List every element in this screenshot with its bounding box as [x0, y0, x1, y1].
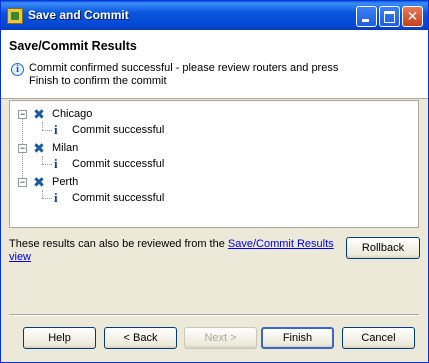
back-button[interactable]: < Back	[104, 327, 177, 349]
header-panel: Save/Commit Results i Commit confirmed s…	[1, 30, 428, 99]
tree-node-status[interactable]: i Commit successful	[10, 122, 410, 138]
router-name: Chicago	[52, 108, 93, 120]
next-button[interactable]: Next >	[184, 327, 257, 349]
info-status-icon: i	[54, 190, 58, 205]
router-name: Milan	[52, 142, 79, 154]
tree-node-chicago[interactable]: − ✖ Chicago	[10, 106, 410, 122]
status-text: Commit successful	[72, 192, 165, 204]
collapse-icon[interactable]: −	[18, 110, 27, 119]
page-title: Save/Commit Results	[9, 39, 137, 53]
router-icon: ✖	[33, 140, 45, 156]
cancel-button[interactable]: Cancel	[342, 327, 415, 349]
save-commit-dialog: Save and Commit ✕ Save/Commit Results i …	[0, 0, 429, 363]
results-tree[interactable]: − ✖ Chicago i Commit successful − ✖ Mila…	[9, 100, 419, 228]
collapse-icon[interactable]: −	[18, 144, 27, 153]
status-text: Commit successful	[72, 124, 165, 136]
close-icon: ✕	[406, 8, 419, 24]
router-icon: ✖	[33, 106, 45, 122]
tree-node-status[interactable]: i Commit successful	[10, 156, 410, 172]
maximize-button[interactable]	[379, 6, 400, 27]
app-icon	[7, 8, 23, 24]
help-button[interactable]: Help	[23, 327, 96, 349]
divider	[9, 314, 419, 316]
header-message: Commit confirmed successful - please rev…	[29, 62, 339, 87]
info-status-icon: i	[54, 156, 58, 171]
title-bar[interactable]: Save and Commit ✕	[1, 1, 428, 30]
finish-button[interactable]: Finish	[261, 327, 334, 349]
collapse-icon[interactable]: −	[18, 178, 27, 187]
router-icon: ✖	[33, 174, 45, 190]
minimize-button[interactable]	[356, 6, 377, 27]
info-icon: i	[11, 63, 24, 76]
info-status-icon: i	[54, 122, 58, 137]
tree-node-status[interactable]: i Commit successful	[10, 190, 410, 206]
rollback-button[interactable]: Rollback	[346, 237, 420, 259]
status-text: Commit successful	[72, 158, 165, 170]
review-note-text: These results can also be reviewed from …	[9, 238, 228, 250]
router-name: Perth	[52, 176, 79, 188]
close-button[interactable]: ✕	[402, 6, 423, 27]
review-note: These results can also be reviewed from …	[9, 238, 339, 264]
window-title: Save and Commit	[28, 8, 129, 22]
tree-node-milan[interactable]: − ✖ Milan	[10, 140, 410, 156]
tree-node-perth[interactable]: − ✖ Perth	[10, 174, 410, 190]
